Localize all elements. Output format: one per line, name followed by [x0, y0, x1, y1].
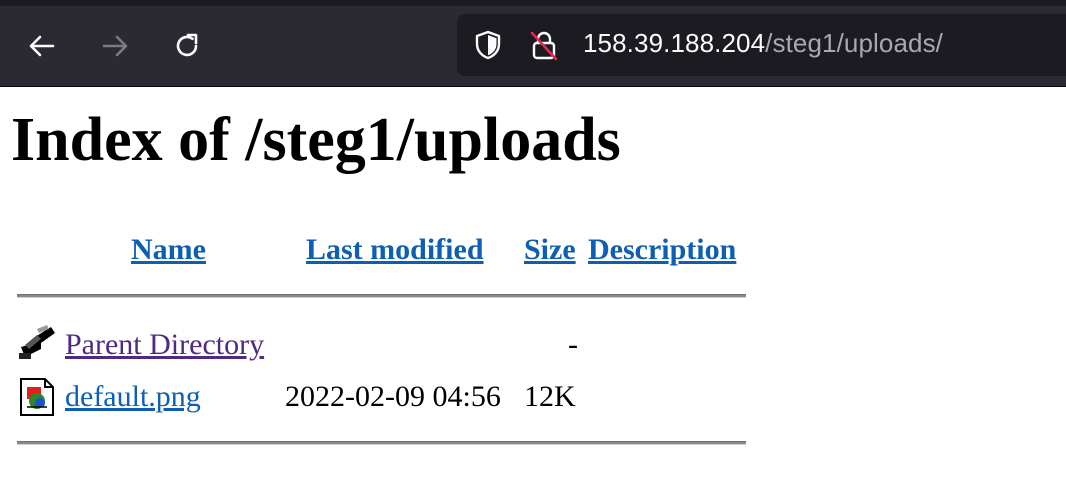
shield-icon[interactable]	[472, 29, 504, 61]
browser-toolbar: 158.39.188.204/steg1/uploads/	[0, 0, 1066, 87]
reload-icon	[176, 33, 198, 57]
directory-listing-page: Index of /steg1/uploads Name Last modifi…	[0, 87, 1066, 488]
back-folder-icon	[19, 325, 55, 359]
arrow-left-icon	[29, 35, 55, 57]
url-bar[interactable]: 158.39.188.204/steg1/uploads/	[457, 14, 1066, 76]
file-last-modified: 2022-02-09 04:56	[285, 380, 501, 413]
page-title: Index of /steg1/uploads	[11, 106, 621, 174]
column-header-size[interactable]: Size	[524, 233, 576, 267]
file-size: 12K	[524, 380, 576, 413]
file-link-default-png[interactable]: default.png	[65, 380, 201, 414]
arrow-right-icon	[102, 35, 128, 57]
image-file-icon	[20, 378, 54, 416]
parent-directory-size: -	[568, 328, 578, 361]
divider-bottom	[17, 441, 746, 445]
column-header-description[interactable]: Description	[588, 233, 736, 267]
forward-button[interactable]	[97, 28, 133, 64]
url-path: /steg1/uploads/	[765, 28, 943, 58]
url-host: 158.39.188.204	[583, 28, 766, 58]
column-header-last-modified[interactable]: Last modified	[306, 233, 484, 267]
column-header-name[interactable]: Name	[131, 233, 206, 267]
url-text[interactable]: 158.39.188.204/steg1/uploads/	[583, 28, 943, 59]
divider-top	[17, 294, 746, 298]
parent-directory-link[interactable]: Parent Directory	[65, 328, 264, 362]
reload-button[interactable]	[169, 28, 205, 64]
insecure-lock-icon[interactable]	[528, 29, 560, 61]
back-button[interactable]	[24, 28, 60, 64]
